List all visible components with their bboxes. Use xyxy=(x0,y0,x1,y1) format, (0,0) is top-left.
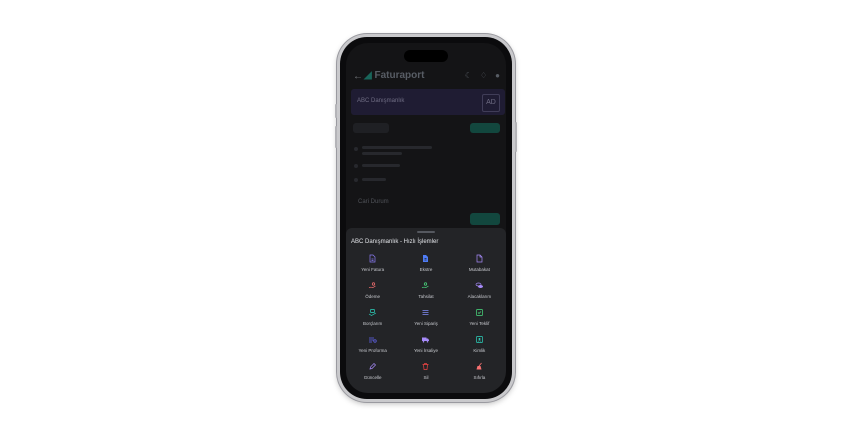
moon-icon[interactable]: ☾ xyxy=(465,71,472,80)
action-receivables[interactable]: Alacaklarım xyxy=(453,281,506,308)
phone-screen: ← ◢ Faturaport ☾ ♢ ● ABC Danışmanlık AD xyxy=(346,43,506,393)
statement-icon xyxy=(423,255,429,262)
action-label: Tahsilat xyxy=(418,294,434,299)
back-arrow-icon[interactable]: ← xyxy=(353,71,363,82)
action-label: Borçlarım xyxy=(363,321,383,326)
phone-side-button xyxy=(515,122,517,152)
action-collection-hand[interactable]: Tahsilat xyxy=(399,281,452,308)
list-line xyxy=(362,146,432,149)
sheet-title: ABC Danışmanlık - Hızlı İşlemler xyxy=(351,239,439,245)
action-statement[interactable]: Ekstre xyxy=(399,254,452,281)
list-bullet xyxy=(354,178,358,182)
action-label: Kimlik xyxy=(473,348,486,353)
action-label: Ekstre xyxy=(419,267,433,272)
action-offer[interactable]: Yeni Teklif xyxy=(453,308,506,335)
order-list-icon xyxy=(422,310,429,315)
action-label: Yeni Fatura xyxy=(361,267,385,272)
status-button[interactable] xyxy=(470,213,500,225)
action-label: Alacaklarım xyxy=(467,294,492,299)
edit-pencil-icon xyxy=(369,363,377,370)
company-name: ABC Danışmanlık xyxy=(357,98,405,104)
id-card-icon xyxy=(475,336,483,343)
dynamic-island xyxy=(404,50,448,62)
topbar-icons: ☾ ♢ ● xyxy=(465,71,500,80)
action-label: Ödeme xyxy=(365,294,381,299)
action-debts[interactable]: Borçlarım xyxy=(346,308,399,335)
logo-mark-icon: ◢ xyxy=(364,70,375,81)
trash-icon xyxy=(422,363,429,370)
action-proforma[interactable]: Yeni Proforma xyxy=(346,335,399,362)
action-order-list[interactable]: Yeni Sipariş xyxy=(399,308,452,335)
payment-hand-icon xyxy=(369,282,376,288)
action-label: Sil xyxy=(423,375,429,380)
action-id-card[interactable]: Kimlik xyxy=(453,335,506,362)
app-topbar: ← ◢ Faturaport ☾ ♢ ● xyxy=(346,67,506,87)
action-pill[interactable] xyxy=(470,123,500,133)
sheet-handle[interactable] xyxy=(417,231,435,233)
action-label: Yeni Teklif xyxy=(469,321,490,326)
reset-broom-icon xyxy=(476,362,482,370)
company-avatar: AD xyxy=(482,94,500,112)
debts-icon xyxy=(368,309,377,316)
phone-side-button xyxy=(335,126,337,148)
list-bullet xyxy=(354,164,358,168)
phone-bezel: ← ◢ Faturaport ☾ ♢ ● ABC Danışmanlık AD xyxy=(340,37,512,399)
reconciliation-icon xyxy=(476,254,483,263)
app-logo: ◢ Faturaport xyxy=(364,70,424,81)
collection-hand-icon xyxy=(422,282,430,288)
action-label: Yeni Proforma xyxy=(358,348,387,353)
phone-side-button xyxy=(335,104,337,118)
action-invoice[interactable]: Yeni Fatura xyxy=(346,254,399,281)
action-label: Güncelle xyxy=(363,375,382,380)
list-bullet xyxy=(354,147,358,151)
bell-icon[interactable]: ♢ xyxy=(480,71,487,80)
invoice-icon xyxy=(369,254,376,263)
action-label: Yeni Sipariş xyxy=(414,321,438,326)
receivables-icon xyxy=(475,282,483,288)
action-edit-pencil[interactable]: Güncelle xyxy=(346,362,399,389)
list-line xyxy=(362,152,402,155)
action-label: Sıfırla xyxy=(473,375,486,380)
quick-actions-sheet: ABC Danışmanlık - Hızlı İşlemler Yeni Fa… xyxy=(346,228,506,393)
action-delivery-truck[interactable]: Yeni İrsaliye xyxy=(399,335,452,362)
list-line xyxy=(362,178,386,181)
company-card[interactable]: ABC Danışmanlık AD xyxy=(351,89,505,115)
section-label: Cari Durum xyxy=(358,199,389,205)
list-line xyxy=(362,164,400,167)
offer-icon xyxy=(475,309,483,316)
actions-grid: Yeni Fatura Ekstre Mutabakat Ödeme Tahsilat A… xyxy=(346,254,506,389)
logo-text: Faturaport xyxy=(374,70,425,81)
filter-pill[interactable] xyxy=(353,123,389,133)
action-reconciliation[interactable]: Mutabakat xyxy=(453,254,506,281)
delivery-truck-icon xyxy=(422,337,430,343)
proforma-icon xyxy=(369,337,377,343)
action-payment-hand[interactable]: Ödeme xyxy=(346,281,399,308)
phone-frame: ← ◢ Faturaport ☾ ♢ ● ABC Danışmanlık AD xyxy=(335,34,517,402)
action-reset-broom[interactable]: Sıfırla xyxy=(453,362,506,389)
action-label: Mutabakat xyxy=(468,267,490,272)
action-label: Yeni İrsaliye xyxy=(413,348,439,353)
action-trash[interactable]: Sil xyxy=(399,362,452,389)
profile-icon[interactable]: ● xyxy=(495,71,500,80)
